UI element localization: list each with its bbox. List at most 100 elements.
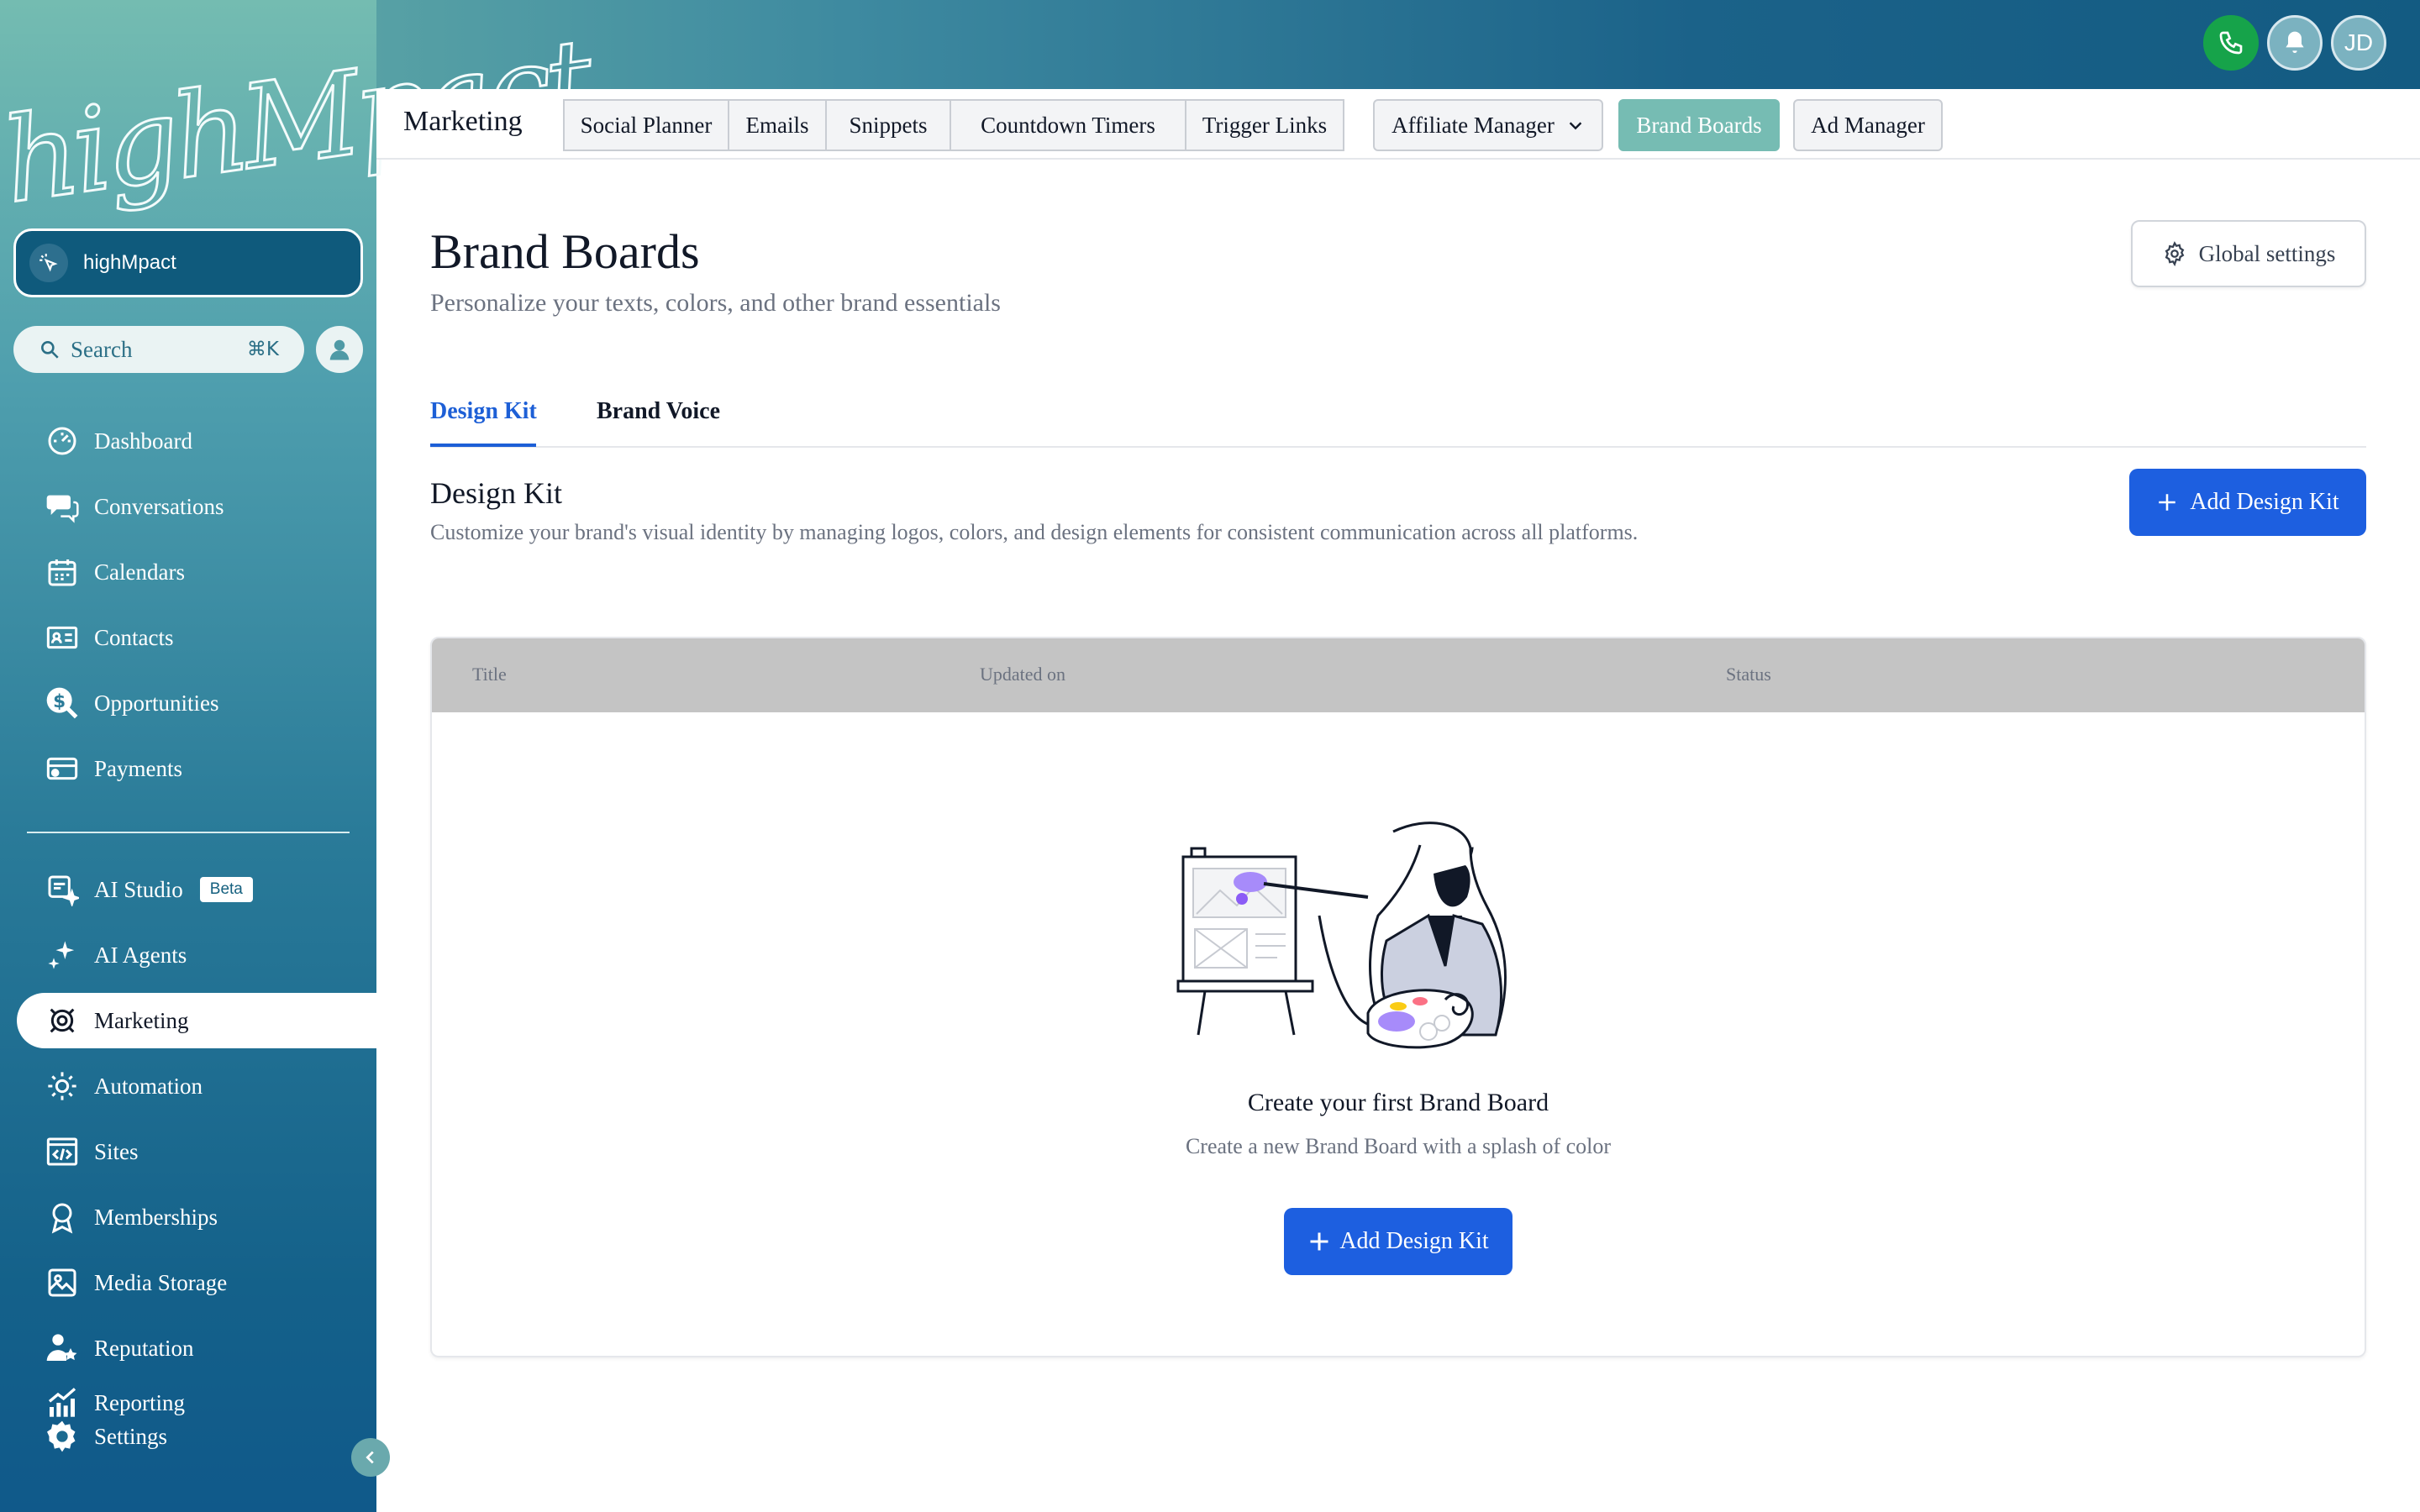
marketing-tab-strip: Marketing Social Planner Emails Snippets… (376, 89, 2420, 160)
plus-icon (1310, 1232, 1328, 1251)
sidebar-item-dashboard[interactable]: Dashboard (17, 413, 376, 469)
sidebar-item-label: Settings (94, 1423, 168, 1449)
automation-icon (44, 1068, 81, 1105)
empty-state-subtitle: Create a new Brand Board with a splash o… (1185, 1134, 1612, 1158)
add-design-kit-label: Add Design Kit (2190, 489, 2339, 515)
sidebar-item-label: Dashboard (94, 428, 192, 454)
empty-state-title: Create your first Brand Board (1247, 1089, 1549, 1116)
sidebar-item-label: Reputation (94, 1335, 194, 1361)
chevron-left-icon (366, 1451, 374, 1464)
notifications-button[interactable] (2267, 15, 2323, 71)
sidebar-item-ai-agents[interactable]: AI Agents (17, 927, 376, 983)
page-subtitle: Personalize your texts, colors, and othe… (430, 289, 1001, 317)
chevron-down-icon (1569, 122, 1582, 130)
sidebar-item-calendars[interactable]: Calendars (17, 544, 376, 600)
subtab-brand-voice[interactable]: Brand Voice (597, 398, 720, 425)
column-header-status: Status (1726, 664, 1771, 685)
user-avatar[interactable]: JD (2331, 15, 2386, 71)
sidebar-item-label: Opportunities (94, 690, 219, 716)
sidebar-item-settings[interactable]: Settings (17, 1420, 376, 1453)
sidebar-item-reporting[interactable]: Reporting (17, 1386, 376, 1420)
phone-button[interactable] (2203, 15, 2259, 71)
svg-text:$: $ (53, 691, 66, 712)
contacts-icon (44, 619, 81, 656)
beta-badge: Beta (199, 877, 253, 902)
sites-icon (44, 1133, 81, 1170)
memberships-icon (44, 1199, 81, 1236)
tab-label: Affiliate Manager (1392, 112, 1555, 138)
tab-brand-boards[interactable]: Brand Boards (1618, 99, 1780, 151)
search-label: Search (71, 336, 133, 362)
global-settings-label: Global settings (2198, 240, 2336, 266)
dashboard-icon (44, 423, 81, 459)
sidebar-item-opportunities[interactable]: $ Opportunities (17, 675, 376, 731)
sidebar-item-marketing[interactable]: Marketing (17, 993, 376, 1048)
user-icon (329, 339, 350, 360)
sidebar-item-label: Sites (94, 1138, 139, 1164)
design-kit-description: Customize your brand's visual identity b… (430, 520, 1639, 544)
tab-countdown-timers[interactable]: Countdown Timers (950, 99, 1186, 151)
tab-ad-manager[interactable]: Ad Manager (1793, 99, 1943, 151)
column-header-updated-on: Updated on (980, 664, 1066, 685)
table-header: Title Updated on Status (432, 638, 2365, 712)
cursor-click-icon (29, 244, 68, 282)
brand-logo: highMpact (0, 13, 598, 231)
tab-trigger-links[interactable]: Trigger Links (1185, 99, 1344, 151)
add-design-kit-button[interactable]: Add Design Kit (2129, 469, 2366, 536)
bell-icon (2286, 31, 2304, 53)
user-initials: JD (2344, 29, 2374, 55)
image-icon (44, 1264, 81, 1301)
collapse-sidebar-button[interactable] (351, 1438, 390, 1477)
page-title: Brand Boards (430, 224, 700, 279)
sidebar-item-conversations[interactable]: Conversations (17, 479, 376, 534)
sidebar-divider (27, 832, 350, 833)
sidebar-item-label: AI Agents (94, 942, 187, 968)
sidebar-item-media-storage[interactable]: Media Storage (17, 1255, 376, 1310)
sidebar-item-label: Conversations (94, 493, 224, 519)
section-title: Marketing (403, 106, 523, 137)
sparkle-icon (44, 937, 81, 974)
top-actions: JD (2203, 15, 2386, 71)
sidebar-item-memberships[interactable]: Memberships (17, 1189, 376, 1245)
chat-icon (44, 488, 81, 525)
empty-state-button-label: Add Design Kit (1339, 1228, 1489, 1254)
sidebar-item-label: Calendars (94, 559, 185, 585)
account-name: highMpact (83, 251, 176, 274)
calendar-icon (44, 554, 81, 591)
profile-button[interactable] (316, 326, 363, 373)
tab-affiliate-manager[interactable]: Affiliate Manager (1373, 99, 1603, 151)
empty-state-add-design-kit-button[interactable]: Add Design Kit (1284, 1208, 1512, 1275)
tab-emails[interactable]: Emails (728, 99, 827, 151)
ai-studio-icon (44, 871, 81, 908)
sidebar-item-sites[interactable]: Sites (17, 1124, 376, 1179)
search-icon (41, 341, 59, 359)
tab-snippets[interactable]: Snippets (825, 99, 951, 151)
account-switcher[interactable]: highMpact (13, 228, 363, 297)
marketing-icon (44, 1002, 81, 1039)
sidebar-item-contacts[interactable]: Contacts (17, 610, 376, 665)
reporting-icon (44, 1384, 81, 1421)
sidebar: highMpact highMpact Search ⌘K Dashboard … (0, 0, 598, 1512)
plus-icon (2159, 494, 2176, 511)
sidebar-item-label: AI Studio (94, 876, 183, 902)
global-settings-button[interactable]: Global settings (2131, 220, 2366, 287)
tab-social-planner[interactable]: Social Planner (563, 99, 729, 151)
phone-icon (2219, 31, 2243, 55)
subtab-design-kit[interactable]: Design Kit (430, 398, 537, 425)
sidebar-item-payments[interactable]: Payments (17, 741, 376, 796)
search-bar[interactable]: Search ⌘K (13, 326, 304, 373)
sidebar-item-label: Reporting (94, 1389, 185, 1415)
search-shortcut: ⌘K (246, 339, 279, 360)
subtab-active-indicator (430, 444, 536, 447)
sidebar-item-label: Marketing (94, 1007, 189, 1033)
subtab-divider (430, 446, 2366, 448)
sidebar-item-ai-studio[interactable]: AI Studio Beta (17, 862, 376, 917)
sidebar-item-reputation[interactable]: Reputation (17, 1320, 376, 1376)
payments-icon (44, 750, 81, 787)
gear-icon (2165, 241, 2184, 266)
design-kit-title: Design Kit (430, 476, 562, 510)
sidebar-item-automation[interactable]: Automation (17, 1058, 376, 1114)
reputation-icon (44, 1330, 81, 1367)
painter-illustration (1176, 822, 1507, 1049)
dollar-icon: $ (44, 685, 81, 722)
